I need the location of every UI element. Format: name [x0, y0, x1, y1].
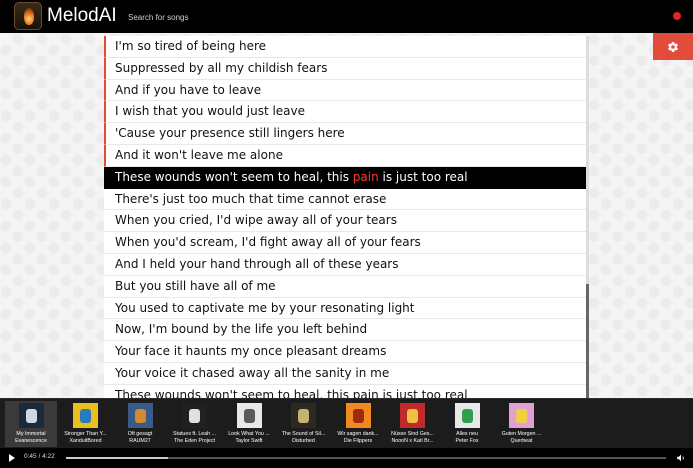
playlist-track[interactable]: My Immortal Evanescence — [5, 401, 57, 447]
album-cover — [18, 403, 44, 428]
track-artist: Disturbed — [292, 437, 315, 444]
playlist-bar: My Immortal Evanescence Stronger Than Y...… — [0, 398, 693, 448]
track-title: Look What You ... — [228, 431, 270, 437]
album-cover — [236, 403, 262, 428]
playlist-track[interactable]: Nüsse Sind Ges... NoooN x Kati Br... — [387, 401, 439, 447]
playlist-track[interactable]: Alles neu Peter Fox — [441, 401, 493, 447]
track-artist: Die Flippers — [343, 437, 373, 444]
track-title: Statues ft. Leah ... — [173, 431, 216, 437]
status-indicator — [673, 12, 681, 20]
playlist-track[interactable]: Guten Morgen ... Querbeat — [496, 401, 548, 447]
settings-button[interactable] — [653, 33, 693, 60]
gear-icon — [668, 41, 678, 52]
track-artist: The Eden Project — [174, 437, 215, 444]
lyric-line[interactable]: Now, I'm bound by the life you left behi… — [104, 319, 586, 342]
progress-bar[interactable] — [66, 457, 666, 459]
progress-fill — [66, 457, 168, 459]
track-title: The Sound of Sil... — [281, 431, 326, 437]
album-cover — [291, 403, 316, 428]
track-title: Guten Morgen ... — [501, 431, 542, 437]
album-cover — [454, 403, 480, 428]
player-bar: 0:45 / 4:22 — [0, 448, 693, 468]
track-artist: Peter Fox — [455, 437, 479, 444]
playlist-track[interactable]: Oft gesagt RAUM27 — [114, 401, 166, 447]
app-logo[interactable] — [14, 2, 42, 30]
lyric-line[interactable]: There's just too much that time cannot e… — [104, 188, 586, 211]
lyric-line[interactable]: You used to captivate me by your resonat… — [104, 297, 586, 320]
lyric-line[interactable]: When you'd scream, I'd fight away all of… — [104, 232, 586, 254]
search-input[interactable] — [128, 8, 358, 26]
lyrics-scrollbar[interactable] — [586, 36, 589, 398]
lyric-line[interactable]: Suppressed by all my childish fears — [104, 57, 586, 80]
playlist-track[interactable]: Wir sagen dank... Die Flippers — [332, 401, 384, 447]
time-display: 0:45 / 4:22 — [24, 453, 55, 460]
play-icon[interactable] — [9, 454, 15, 462]
lyrics-panel[interactable]: I'm so tired of being here Suppressed by … — [104, 36, 586, 398]
lyric-line[interactable]: I'm so tired of being here — [104, 36, 586, 58]
album-cover — [73, 403, 98, 428]
playlist-track[interactable]: The Sound of Sil... Disturbed — [278, 401, 330, 447]
lyric-line[interactable]: I wish that you would just leave — [104, 101, 586, 124]
track-artist: NoooN x Kati Br... — [391, 437, 434, 444]
lyric-line[interactable]: 'Cause your presence still lingers here — [104, 123, 586, 145]
volume-icon[interactable] — [676, 453, 686, 463]
lyric-line[interactable]: And I held your hand through all of thes… — [104, 253, 586, 276]
lyric-line-current[interactable]: These wounds won't seem to heal, this pa… — [104, 166, 586, 189]
track-title: Wir sagen dank... — [337, 431, 379, 437]
lyric-line[interactable]: But you still have all of me — [104, 275, 586, 298]
album-cover — [509, 403, 534, 428]
playlist-track[interactable]: Statues ft. Leah ... The Eden Project — [169, 401, 221, 447]
track-artist: XanduitBored — [69, 437, 102, 444]
track-artist: Evanescence — [15, 437, 47, 444]
lyric-line[interactable]: When you cried, I'd wipe away all of you… — [104, 210, 586, 233]
lyric-line[interactable]: And if you have to leave — [104, 79, 586, 102]
playlist-track[interactable]: Stronger Than Y... XanduitBored — [60, 401, 112, 447]
lyric-line[interactable]: Your face it haunts my once pleasant dre… — [104, 341, 586, 363]
playlist-track[interactable]: Look What You ... Taylor Swift — [223, 401, 275, 447]
album-cover — [182, 403, 207, 428]
lyric-line[interactable]: These wounds won't seem to heal, this pa… — [104, 384, 586, 398]
album-cover — [400, 403, 425, 428]
scroll-thumb[interactable] — [586, 284, 589, 398]
album-cover — [127, 403, 153, 428]
lyric-line[interactable]: And it won't leave me alone — [104, 144, 586, 167]
track-title: Stronger Than Y... — [64, 431, 107, 437]
track-title: Nüsse Sind Ges... — [391, 431, 434, 437]
album-cover — [345, 403, 371, 428]
track-artist: RAUM27 — [129, 437, 151, 444]
track-artist: Taylor Swift — [235, 437, 263, 444]
lyric-line[interactable]: Your voice it chased away all the sanity… — [104, 362, 586, 385]
top-bar: MelodAI — [0, 0, 693, 33]
app-title: MelodAI — [47, 5, 117, 26]
highlighted-word: pain — [352, 169, 379, 184]
track-artist: Querbeat — [510, 437, 533, 444]
